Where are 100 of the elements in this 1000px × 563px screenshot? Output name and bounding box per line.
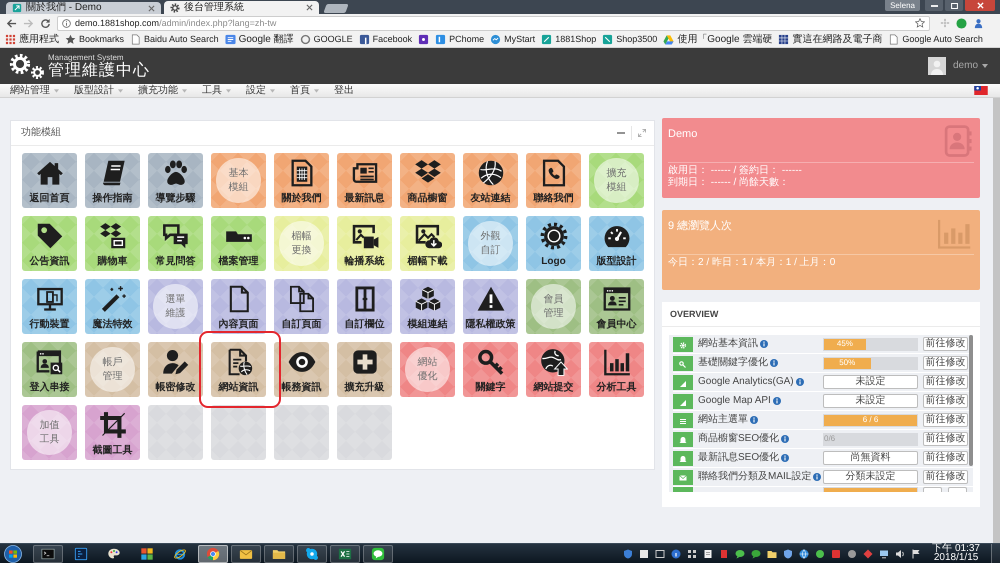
browser-tab[interactable]: 關於我們 - Demo (6, 2, 161, 14)
module-button[interactable]: Logo (526, 216, 581, 271)
taskbar-app-button[interactable] (33, 544, 63, 562)
edit-button[interactable]: 前往修改 (923, 375, 968, 389)
chat-icon[interactable] (751, 548, 762, 558)
folder-icon[interactable] (767, 548, 778, 558)
crosshair-icon[interactable] (940, 18, 950, 28)
circle-icon[interactable] (847, 548, 858, 558)
status-button[interactable]: 分類未設定 (823, 470, 918, 484)
palette-icon[interactable] (107, 546, 121, 560)
module-button[interactable]: 版型設計 (589, 216, 644, 271)
taskbar-app-button[interactable] (231, 544, 261, 562)
module-button[interactable]: 常見問答 (148, 216, 203, 271)
module-button[interactable]: 網站優化 (400, 342, 455, 397)
square-icon[interactable] (639, 548, 650, 558)
back-arrow-icon[interactable] (6, 18, 17, 28)
module-button[interactable]: 聯絡我們 (526, 153, 581, 208)
module-button[interactable]: 魔法特效 (85, 279, 140, 334)
edit-button[interactable]: 前往修改 (923, 356, 968, 370)
module-button[interactable]: 內容頁面 (211, 279, 266, 334)
maximize-button[interactable] (945, 0, 963, 11)
module-button[interactable]: 行動裝置 (22, 279, 77, 334)
edit-button[interactable]: 前往修改 (923, 413, 968, 427)
taskbar-app-button[interactable] (297, 544, 327, 562)
module-button[interactable]: 公告資訊 (22, 216, 77, 271)
browser-tab[interactable]: 後台管理系統 (164, 1, 319, 14)
bookmark-link[interactable]: 實這在網路及電子商 (778, 34, 882, 45)
chat-icon[interactable] (735, 548, 746, 558)
bookmark-link[interactable]: Facebook (358, 34, 412, 45)
module-button[interactable]: 模組連結 (400, 279, 455, 334)
module-button[interactable]: 自訂頁面 (274, 279, 329, 334)
nav-menu-item[interactable]: 設定 (246, 86, 275, 96)
status-button[interactable]: 未設定 (823, 375, 918, 389)
taskbar-app-button[interactable] (198, 544, 228, 562)
bookmark-link[interactable]: MyStart (490, 34, 536, 45)
flag-icon[interactable] (911, 548, 922, 558)
nav-menu-item[interactable]: 登出 (334, 86, 354, 96)
minimize-button[interactable] (925, 0, 943, 11)
close-button[interactable] (965, 0, 995, 11)
module-button[interactable]: 楣幅更換 (274, 216, 329, 271)
bookmark-link[interactable]: Google 翻譯 (224, 34, 294, 45)
circle-icon[interactable] (815, 548, 826, 558)
edit-button[interactable]: 前往修改 (923, 451, 968, 465)
status-button[interactable]: 未設定 (823, 394, 918, 408)
taskbar-app-button[interactable] (330, 544, 360, 562)
close-icon[interactable] (306, 4, 313, 11)
favicon-icon[interactable] (418, 34, 430, 45)
edit-button[interactable]: 前往修改 (923, 394, 968, 408)
document-icon[interactable] (719, 548, 730, 558)
module-button[interactable]: 導覽步驟 (148, 153, 203, 208)
module-button[interactable]: 返回首頁 (22, 153, 77, 208)
module-button[interactable]: 網站資訊 (211, 342, 266, 397)
module-button[interactable]: 帳務資訊 (274, 342, 329, 397)
start-orb-icon[interactable] (4, 544, 22, 562)
bookmark-link[interactable]: 1881Shop (541, 34, 596, 45)
info-icon[interactable] (671, 548, 682, 558)
module-button[interactable]: 友站連結 (463, 153, 518, 208)
module-button[interactable]: 帳戶管理 (85, 342, 140, 397)
diamond-icon[interactable] (863, 548, 874, 558)
module-button[interactable]: 會員管理 (526, 279, 581, 334)
nav-menu-item[interactable]: 工具 (202, 86, 231, 96)
bookmark-link[interactable]: Shop3500 (602, 34, 658, 45)
module-button[interactable]: 擴充升級 (337, 342, 392, 397)
module-button[interactable]: 商品櫥窗 (400, 153, 455, 208)
profile-button[interactable]: Selena (885, 0, 920, 11)
module-button[interactable]: 會員中心 (589, 279, 644, 334)
browser-icon[interactable] (173, 546, 187, 560)
globe-icon[interactable] (799, 548, 810, 558)
edit-button[interactable]: 前往修改 (923, 470, 968, 484)
shield-icon[interactable] (783, 548, 794, 558)
module-button[interactable]: 加值工具 (22, 405, 77, 460)
taskbar-app-button[interactable] (264, 544, 294, 562)
module-button[interactable]: 最新訊息 (337, 153, 392, 208)
nav-menu-item[interactable]: 擴充功能 (138, 86, 187, 96)
speaker-icon[interactable] (895, 548, 906, 558)
module-button[interactable]: 楣幅下載 (400, 216, 455, 271)
person-icon[interactable] (973, 18, 984, 28)
module-button[interactable]: 檔案管理 (211, 216, 266, 271)
note-icon[interactable] (703, 548, 714, 558)
bookmark-link[interactable]: PChome (435, 34, 484, 45)
module-button[interactable]: 外觀自訂 (463, 216, 518, 271)
shield-icon[interactable] (623, 548, 634, 558)
new-tab-button[interactable] (323, 4, 349, 13)
module-button[interactable]: 截圖工具 (85, 405, 140, 460)
module-button[interactable]: 購物車 (85, 216, 140, 271)
address-field[interactable]: demo.1881shop.com/admin/index.php?lang=zh-tw (57, 16, 930, 30)
module-button[interactable]: 基本模組 (211, 153, 266, 208)
flag-icon[interactable] (974, 86, 988, 95)
module-button[interactable]: 輪播系統 (337, 216, 392, 271)
module-button[interactable]: 關鍵字 (463, 342, 518, 397)
module-button[interactable]: 網站提交 (526, 342, 581, 397)
bookmark-link[interactable]: 使用「Google 雲端硬 (663, 34, 772, 45)
module-button[interactable]: 帳密修改 (148, 342, 203, 397)
close-icon[interactable] (148, 4, 155, 12)
nav-menu-item[interactable]: 版型設計 (74, 86, 123, 96)
module-button[interactable]: 關於我們 (274, 153, 329, 208)
edit-button[interactable]: 前往修改 (923, 432, 968, 446)
module-button[interactable]: 自訂欄位 (337, 279, 392, 334)
bookmark-link[interactable]: Baidu Auto Search (130, 34, 219, 45)
module-button[interactable]: 登入串接 (22, 342, 77, 397)
